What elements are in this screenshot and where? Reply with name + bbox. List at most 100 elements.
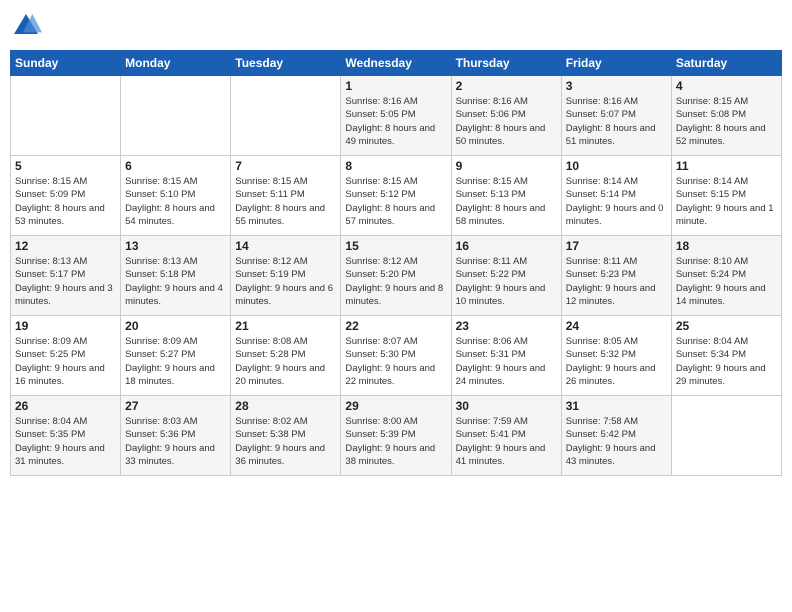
- day-info: Sunrise: 8:15 AM Sunset: 5:13 PM Dayligh…: [456, 175, 557, 228]
- day-number: 4: [676, 79, 777, 93]
- table-row: 3 Sunrise: 8:16 AM Sunset: 5:07 PM Daylig…: [561, 76, 671, 156]
- day-info: Sunrise: 8:16 AM Sunset: 5:06 PM Dayligh…: [456, 95, 557, 148]
- day-number: 23: [456, 319, 557, 333]
- day-number: 19: [15, 319, 116, 333]
- table-row: 20Sunrise: 8:09 AM Sunset: 5:27 PM Dayli…: [121, 316, 231, 396]
- logo: [10, 10, 46, 42]
- table-row: 5 Sunrise: 8:15 AM Sunset: 5:09 PM Daylig…: [11, 156, 121, 236]
- header-monday: Monday: [121, 51, 231, 76]
- table-row: [671, 396, 781, 476]
- day-number: 13: [125, 239, 226, 253]
- table-row: 6 Sunrise: 8:15 AM Sunset: 5:10 PM Daylig…: [121, 156, 231, 236]
- table-row: 9 Sunrise: 8:15 AM Sunset: 5:13 PM Daylig…: [451, 156, 561, 236]
- day-info: Sunrise: 8:06 AM Sunset: 5:31 PM Dayligh…: [456, 335, 557, 388]
- table-row: 19 Sunrise: 8:09 AM Sunset: 5:25 PM Dayli…: [11, 316, 121, 396]
- day-info: Sunrise: 8:09 AM Sunset: 5:25 PM Dayligh…: [15, 335, 116, 388]
- header-saturday: Saturday: [671, 51, 781, 76]
- day-number: 22: [345, 319, 446, 333]
- calendar-week-row: 1 Sunrise: 8:16 AM Sunset: 5:05 PM Daylig…: [11, 76, 782, 156]
- day-number: 31: [566, 399, 667, 413]
- day-number: 30: [456, 399, 557, 413]
- day-info: Sunrise: 8:03 AM Sunset: 5:36 PM Dayligh…: [125, 415, 226, 468]
- header: [10, 10, 782, 42]
- day-info: Sunrise: 8:15 AM Sunset: 5:10 PM Dayligh…: [125, 175, 226, 228]
- day-number: 21: [235, 319, 336, 333]
- table-row: [11, 76, 121, 156]
- day-info: Sunrise: 8:14 AM Sunset: 5:15 PM Dayligh…: [676, 175, 777, 228]
- day-number: 14: [235, 239, 336, 253]
- table-row: 27 Sunrise: 8:03 AM Sunset: 5:36 PM Dayli…: [121, 396, 231, 476]
- table-row: 2 Sunrise: 8:16 AM Sunset: 5:06 PM Daylig…: [451, 76, 561, 156]
- table-row: [121, 76, 231, 156]
- day-number: 9: [456, 159, 557, 173]
- table-row: 28 Sunrise: 8:02 AM Sunset: 5:38 PM Dayli…: [231, 396, 341, 476]
- table-row: 4 Sunrise: 8:15 AM Sunset: 5:08 PM Daylig…: [671, 76, 781, 156]
- day-info: Sunrise: 8:00 AM Sunset: 5:39 PM Dayligh…: [345, 415, 446, 468]
- day-info: Sunrise: 8:07 AM Sunset: 5:30 PM Dayligh…: [345, 335, 446, 388]
- day-info: Sunrise: 8:02 AM Sunset: 5:38 PM Dayligh…: [235, 415, 336, 468]
- table-row: 7Sunrise: 8:15 AM Sunset: 5:11 PM Daylig…: [231, 156, 341, 236]
- day-info: Sunrise: 8:04 AM Sunset: 5:34 PM Dayligh…: [676, 335, 777, 388]
- table-row: 18 Sunrise: 8:10 AM Sunset: 5:24 PM Dayli…: [671, 236, 781, 316]
- table-row: 30 Sunrise: 7:59 AM Sunset: 5:41 PM Dayli…: [451, 396, 561, 476]
- table-row: 15 Sunrise: 8:12 AM Sunset: 5:20 PM Dayli…: [341, 236, 451, 316]
- day-number: 26: [15, 399, 116, 413]
- header-wednesday: Wednesday: [341, 51, 451, 76]
- day-info: Sunrise: 8:15 AM Sunset: 5:08 PM Dayligh…: [676, 95, 777, 148]
- day-number: 2: [456, 79, 557, 93]
- day-number: 29: [345, 399, 446, 413]
- day-number: 17: [566, 239, 667, 253]
- weekday-header-row: Sunday Monday Tuesday Wednesday Thursday…: [11, 51, 782, 76]
- day-info: Sunrise: 8:15 AM Sunset: 5:12 PM Dayligh…: [345, 175, 446, 228]
- day-number: 12: [15, 239, 116, 253]
- calendar: Sunday Monday Tuesday Wednesday Thursday…: [10, 50, 782, 476]
- day-number: 18: [676, 239, 777, 253]
- table-row: 23 Sunrise: 8:06 AM Sunset: 5:31 PM Dayli…: [451, 316, 561, 396]
- day-number: 3: [566, 79, 667, 93]
- calendar-week-row: 12 Sunrise: 8:13 AM Sunset: 5:17 PM Dayli…: [11, 236, 782, 316]
- header-friday: Friday: [561, 51, 671, 76]
- table-row: 21 Sunrise: 8:08 AM Sunset: 5:28 PM Dayli…: [231, 316, 341, 396]
- day-number: 28: [235, 399, 336, 413]
- logo-icon: [10, 10, 42, 42]
- day-info: Sunrise: 8:14 AM Sunset: 5:14 PM Dayligh…: [566, 175, 667, 228]
- page: Sunday Monday Tuesday Wednesday Thursday…: [0, 0, 792, 612]
- day-info: Sunrise: 8:12 AM Sunset: 5:20 PM Dayligh…: [345, 255, 446, 308]
- day-number: 24: [566, 319, 667, 333]
- table-row: 26 Sunrise: 8:04 AM Sunset: 5:35 PM Dayli…: [11, 396, 121, 476]
- day-info: Sunrise: 8:16 AM Sunset: 5:07 PM Dayligh…: [566, 95, 667, 148]
- day-info: Sunrise: 8:11 AM Sunset: 5:22 PM Dayligh…: [456, 255, 557, 308]
- header-tuesday: Tuesday: [231, 51, 341, 76]
- day-info: Sunrise: 8:12 AM Sunset: 5:19 PM Dayligh…: [235, 255, 336, 308]
- day-number: 27: [125, 399, 226, 413]
- day-info: Sunrise: 8:08 AM Sunset: 5:28 PM Dayligh…: [235, 335, 336, 388]
- table-row: 29 Sunrise: 8:00 AM Sunset: 5:39 PM Dayli…: [341, 396, 451, 476]
- table-row: 22 Sunrise: 8:07 AM Sunset: 5:30 PM Dayli…: [341, 316, 451, 396]
- day-number: 8: [345, 159, 446, 173]
- day-info: Sunrise: 8:13 AM Sunset: 5:17 PM Dayligh…: [15, 255, 116, 308]
- day-number: 15: [345, 239, 446, 253]
- day-info: Sunrise: 8:05 AM Sunset: 5:32 PM Dayligh…: [566, 335, 667, 388]
- table-row: 1 Sunrise: 8:16 AM Sunset: 5:05 PM Daylig…: [341, 76, 451, 156]
- day-info: Sunrise: 7:59 AM Sunset: 5:41 PM Dayligh…: [456, 415, 557, 468]
- day-info: Sunrise: 8:10 AM Sunset: 5:24 PM Dayligh…: [676, 255, 777, 308]
- table-row: 10Sunrise: 8:14 AM Sunset: 5:14 PM Dayli…: [561, 156, 671, 236]
- header-thursday: Thursday: [451, 51, 561, 76]
- table-row: 14 Sunrise: 8:12 AM Sunset: 5:19 PM Dayli…: [231, 236, 341, 316]
- day-number: 1: [345, 79, 446, 93]
- table-row: 11Sunrise: 8:14 AM Sunset: 5:15 PM Dayli…: [671, 156, 781, 236]
- day-number: 25: [676, 319, 777, 333]
- header-sunday: Sunday: [11, 51, 121, 76]
- day-number: 5: [15, 159, 116, 173]
- day-info: Sunrise: 8:15 AM Sunset: 5:09 PM Dayligh…: [15, 175, 116, 228]
- day-info: Sunrise: 8:15 AM Sunset: 5:11 PM Dayligh…: [235, 175, 336, 228]
- day-info: Sunrise: 8:16 AM Sunset: 5:05 PM Dayligh…: [345, 95, 446, 148]
- table-row: [231, 76, 341, 156]
- table-row: 25 Sunrise: 8:04 AM Sunset: 5:34 PM Dayli…: [671, 316, 781, 396]
- day-info: Sunrise: 8:04 AM Sunset: 5:35 PM Dayligh…: [15, 415, 116, 468]
- day-number: 6: [125, 159, 226, 173]
- table-row: 17Sunrise: 8:11 AM Sunset: 5:23 PM Dayli…: [561, 236, 671, 316]
- table-row: 13Sunrise: 8:13 AM Sunset: 5:18 PM Dayli…: [121, 236, 231, 316]
- table-row: 31Sunrise: 7:58 AM Sunset: 5:42 PM Dayli…: [561, 396, 671, 476]
- calendar-week-row: 5 Sunrise: 8:15 AM Sunset: 5:09 PM Daylig…: [11, 156, 782, 236]
